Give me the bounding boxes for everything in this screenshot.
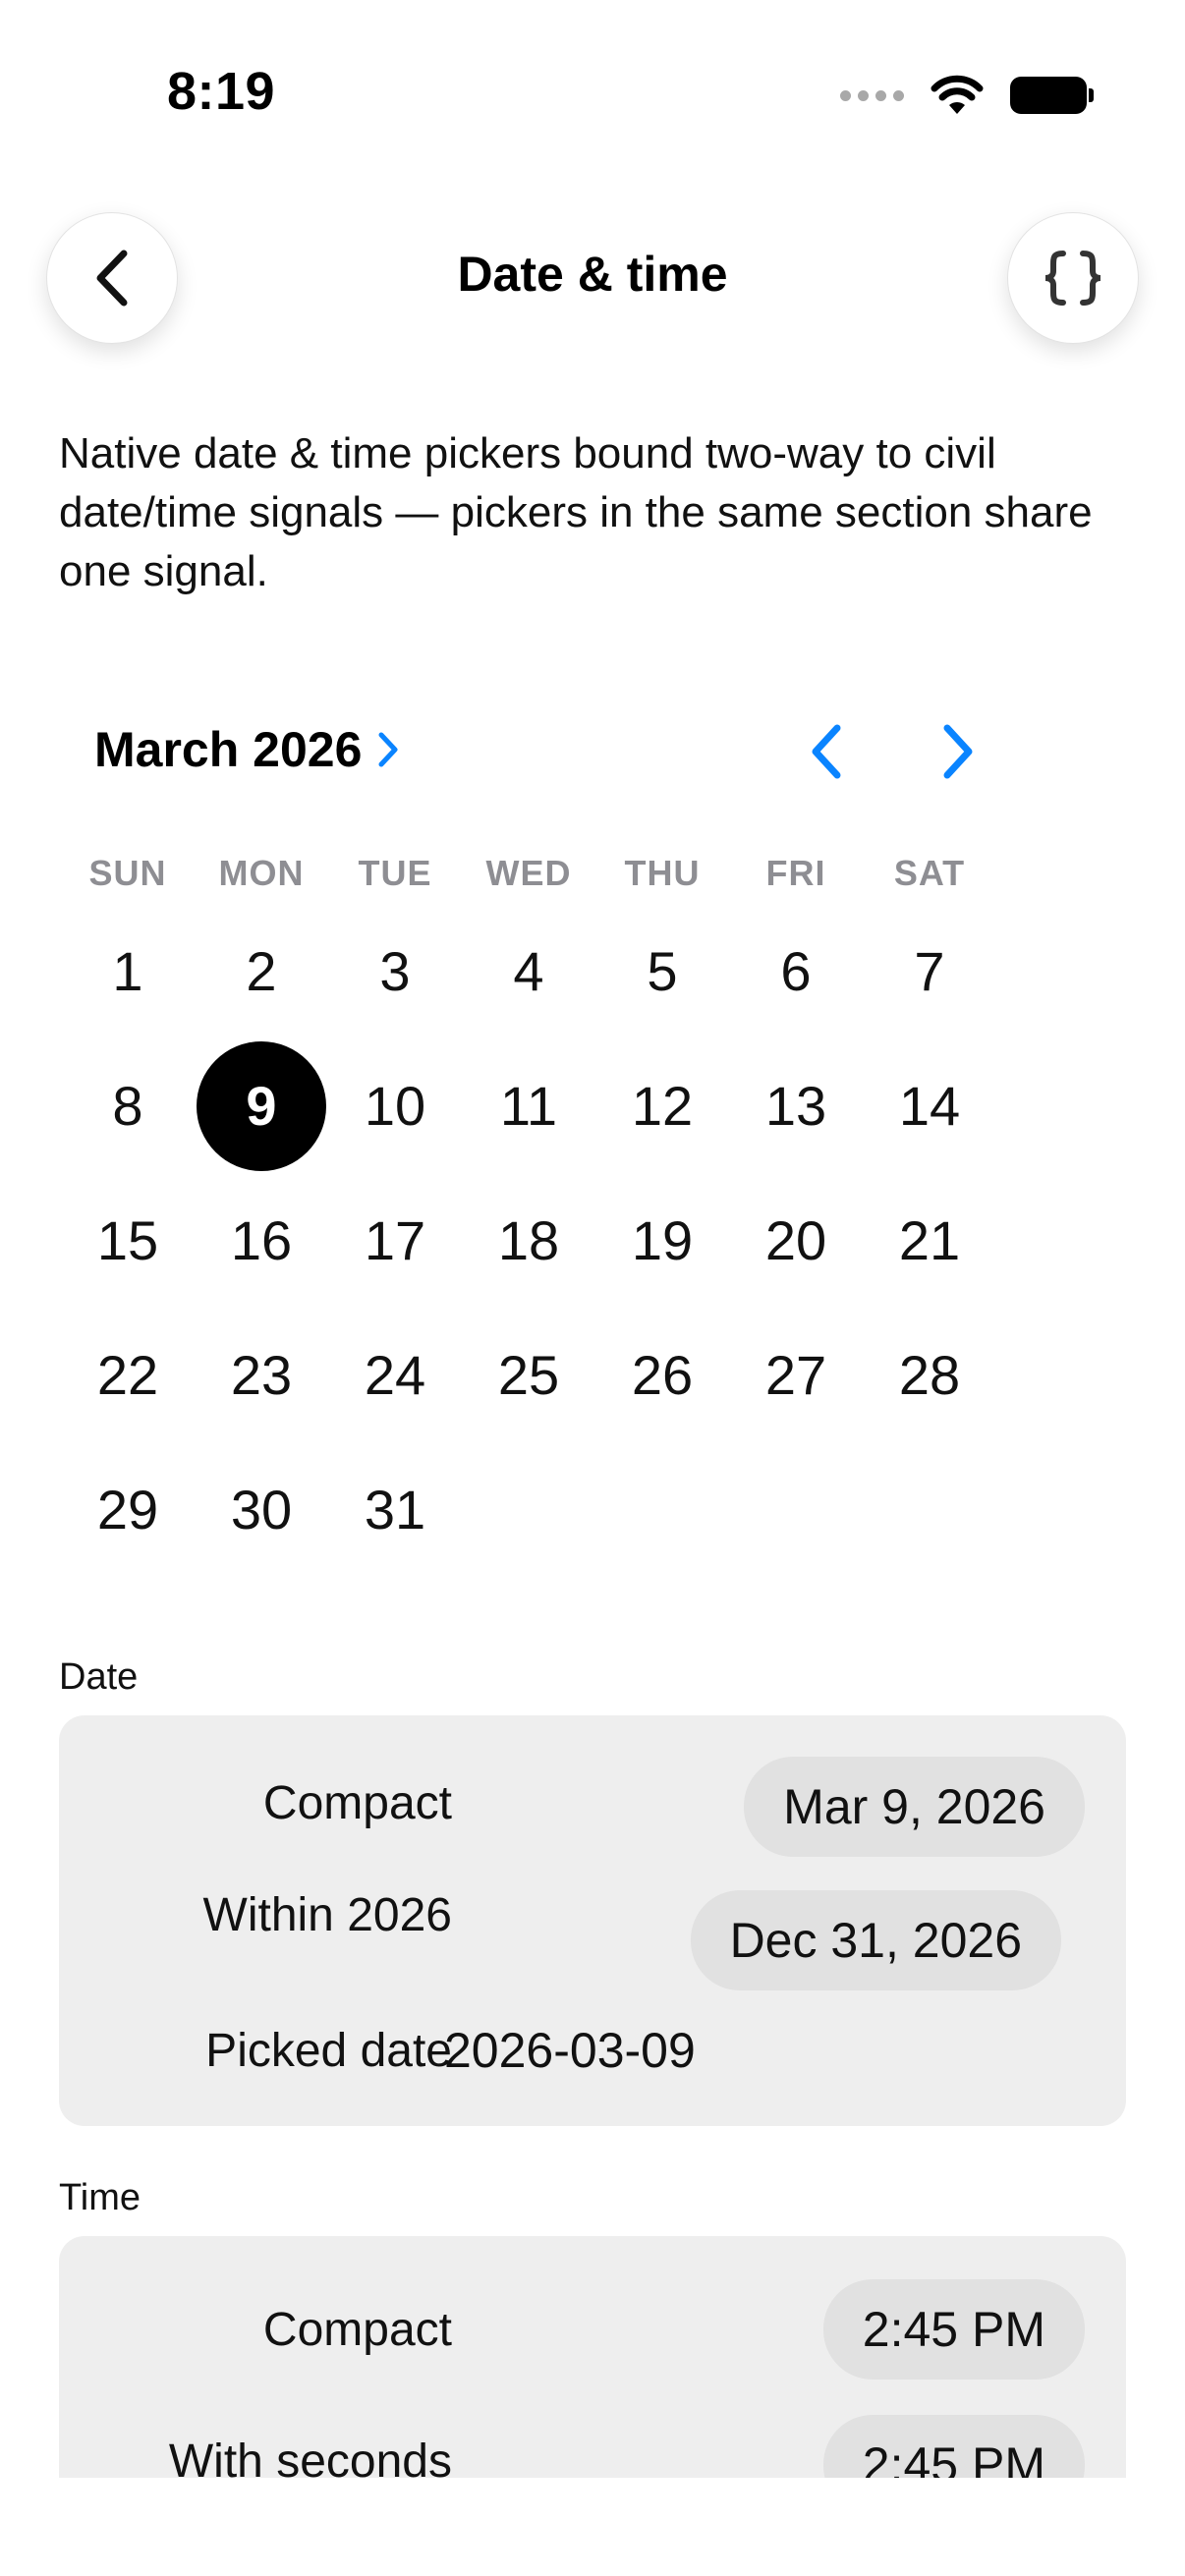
weekday-label: WED [485, 853, 572, 893]
calendar-day[interactable]: 20 [729, 1173, 863, 1308]
calendar-day[interactable]: 22 [61, 1308, 195, 1442]
calendar-day[interactable]: 19 [595, 1173, 729, 1308]
calendar-day-grid: 1 2 3 4 5 6 7 8 9 10 11 12 13 14 15 16 1… [61, 904, 996, 1577]
weekday-label: TUE [358, 853, 432, 893]
weekday-header-row: SUN MON TUE WED THU FRI SAT [61, 853, 996, 894]
month-year-selector[interactable]: March 2026 [94, 721, 401, 778]
page: 8:19 Date & time Native date & time pick… [0, 0, 1185, 2576]
calendar-day[interactable]: 30 [195, 1442, 328, 1577]
chevron-right-icon [943, 724, 973, 779]
previous-month-button[interactable] [792, 717, 861, 786]
calendar-day[interactable]: 28 [863, 1308, 996, 1442]
calendar-day[interactable]: 8 [61, 1038, 195, 1173]
calendar-day[interactable]: 29 [61, 1442, 195, 1577]
calendar-day[interactable]: 11 [462, 1038, 595, 1173]
within-2026-label: Within 2026 [202, 1889, 452, 1941]
calendar-day[interactable]: 13 [729, 1038, 863, 1173]
calendar-day[interactable]: 2 [195, 904, 328, 1038]
calendar-day[interactable]: 23 [195, 1308, 328, 1442]
calendar-day[interactable]: 21 [863, 1173, 996, 1308]
calendar-day[interactable]: 4 [462, 904, 595, 1038]
calendar-day[interactable]: 27 [729, 1308, 863, 1442]
cellular-signal-icon [840, 89, 904, 101]
calendar-day[interactable]: 16 [195, 1173, 328, 1308]
calendar-day[interactable]: 10 [328, 1038, 462, 1173]
next-month-button[interactable] [924, 717, 992, 786]
calendar-day[interactable]: 25 [462, 1308, 595, 1442]
calendar-day[interactable]: 17 [328, 1173, 462, 1308]
code-view-button[interactable] [1007, 212, 1139, 344]
weekday-label: SAT [893, 853, 966, 893]
calendar-day[interactable]: 6 [729, 904, 863, 1038]
date-section-card: Compact Mar 9, 2026 Within 2026 Dec 31, … [59, 1715, 1126, 2126]
status-time: 8:19 [167, 62, 276, 121]
curly-braces-icon [1044, 251, 1101, 306]
compact-time-label: Compact [262, 2304, 452, 2356]
picked-date-label: Picked date [205, 2025, 452, 2077]
calendar-day[interactable]: 5 [595, 904, 729, 1038]
compact-time-picker[interactable]: 2:45 PM [822, 2279, 1085, 2380]
time-section-label: Time [59, 2177, 141, 2218]
calendar-day[interactable]: 7 [863, 904, 996, 1038]
weekday-label: MON [218, 853, 305, 893]
picked-date-value: 2026-03-09 [444, 2023, 696, 2078]
intro-text: Native date & time pickers bound two-way… [59, 429, 1093, 595]
compact-date-label: Compact [262, 1777, 452, 1829]
wifi-icon [931, 75, 984, 114]
time-section-card: Compact 2:45 PM With seconds 2:45 PM [59, 2236, 1126, 2478]
with-seconds-label: With seconds [168, 2436, 452, 2478]
chevron-right-icon [378, 732, 398, 767]
calendar-day-selected[interactable]: 9 [195, 1038, 328, 1173]
month-label: March 2026 [94, 722, 363, 777]
date-section-label: Date [59, 1656, 139, 1698]
with-seconds-time-picker[interactable]: 2:45 PM [822, 2415, 1085, 2478]
status-icons [840, 71, 1094, 120]
calendar-day[interactable]: 14 [863, 1038, 996, 1173]
within-2026-date-picker[interactable]: Dec 31, 2026 [690, 1890, 1061, 1990]
weekday-label: THU [624, 853, 701, 893]
weekday-label: SUN [88, 853, 167, 893]
calendar-day[interactable]: 31 [328, 1442, 462, 1577]
calendar-day[interactable]: 12 [595, 1038, 729, 1173]
calendar-day[interactable]: 24 [328, 1308, 462, 1442]
calendar-day[interactable]: 26 [595, 1308, 729, 1442]
calendar-day[interactable]: 15 [61, 1173, 195, 1308]
calendar-day[interactable]: 18 [462, 1173, 595, 1308]
weekday-label: FRI [765, 853, 826, 893]
chevron-left-icon [812, 724, 841, 779]
battery-icon [1010, 77, 1094, 114]
compact-date-picker[interactable]: Mar 9, 2026 [744, 1757, 1085, 1857]
calendar-day[interactable]: 3 [328, 904, 462, 1038]
calendar-day[interactable]: 1 [61, 904, 195, 1038]
